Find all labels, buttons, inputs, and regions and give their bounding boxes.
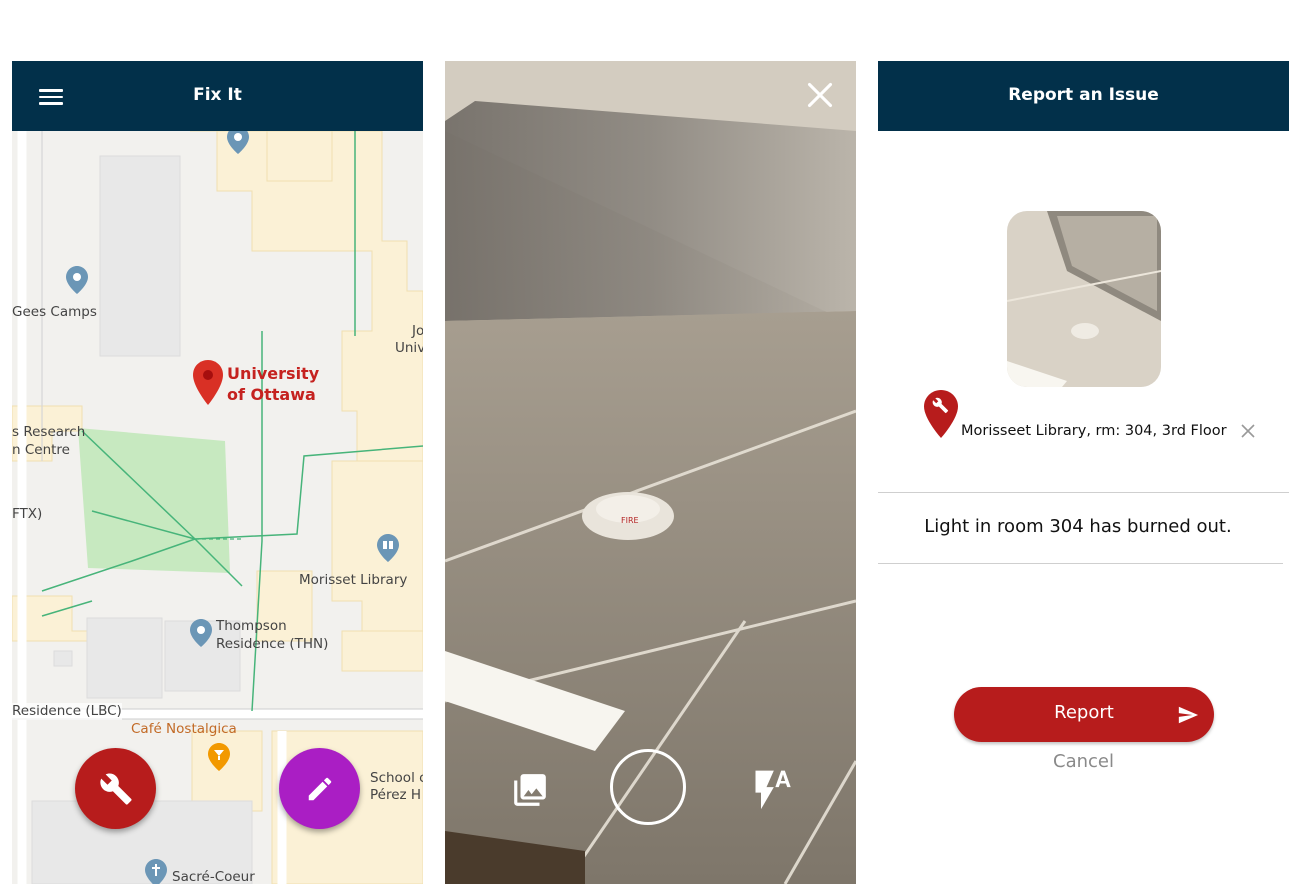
pencil-icon (308, 777, 331, 800)
shutter-button[interactable] (610, 749, 686, 825)
map-label-school-2: Pérez H (370, 787, 422, 803)
fire-sign-text: FIRE (621, 516, 639, 525)
report-button[interactable]: Report (954, 687, 1214, 742)
map-label-research: s Research (12, 424, 86, 440)
app-title: Fix It (193, 85, 242, 105)
map-label-ftx: FTX) (12, 506, 43, 522)
map-label-gees-camps: Gees Camps (12, 304, 97, 320)
app-bar: Report an Issue (878, 61, 1289, 131)
edit-button[interactable] (279, 748, 360, 829)
map-label-jo: Jo (412, 323, 423, 339)
cafe-pin-icon[interactable] (208, 743, 230, 771)
map-label-residence-lbc: Residence (LBC) (12, 703, 122, 720)
map-background (12, 131, 423, 884)
university-pin-icon[interactable] (193, 360, 223, 405)
library-pin-icon[interactable] (377, 534, 399, 562)
map-label-research-2: n Centre (12, 442, 70, 458)
app-bar: Fix It (12, 61, 423, 131)
campus-map[interactable]: Gees Camps University of Ottawa s Resear… (12, 126, 423, 884)
church-pin-icon[interactable] (145, 859, 167, 884)
close-icon[interactable] (806, 81, 834, 109)
map-label-university-2: of Ottawa (227, 385, 316, 404)
map-label-thompson: Thompson (216, 618, 287, 634)
issue-photo (1007, 211, 1161, 387)
issue-description-field[interactable]: Light in room 304 has burned out. (878, 516, 1278, 537)
map-pin-icon[interactable] (66, 266, 88, 294)
location-text: Morisseet Library, rm: 304, 3rd Floor (961, 423, 1227, 439)
issue-photo-thumbnail[interactable] (1007, 211, 1161, 387)
cancel-button[interactable]: Cancel (878, 751, 1289, 772)
clear-location-icon[interactable] (1240, 423, 1256, 439)
map-label-sacre-coeur: Sacré-Coeur (172, 869, 255, 884)
divider (878, 492, 1289, 493)
gallery-icon[interactable] (511, 771, 549, 809)
map-label-morisset: Morisset Library (299, 572, 408, 588)
location-pin-icon (924, 390, 958, 438)
map-label-cafe: Café Nostalgica (131, 721, 237, 737)
map-label-university: University (227, 364, 320, 383)
flash-auto-icon[interactable] (750, 767, 794, 811)
report-screen: Report an Issue Morisseet Library, rm: 3… (878, 61, 1289, 884)
camera-screen: FIRE (445, 61, 856, 884)
wrench-icon (99, 773, 132, 805)
report-fix-button[interactable] (75, 748, 156, 829)
send-icon (1178, 706, 1199, 724)
map-label-univ: Univ (395, 340, 423, 356)
map-label-thompson-2: Residence (THN) (216, 636, 329, 652)
divider (878, 563, 1283, 564)
map-label-school: School c (370, 770, 423, 786)
map-screen: Fix It Gees Camps University of Ottawa s… (12, 61, 423, 884)
report-title: Report an Issue (1008, 85, 1159, 105)
report-button-label: Report (1054, 702, 1114, 723)
map-pin-icon[interactable] (190, 619, 212, 647)
